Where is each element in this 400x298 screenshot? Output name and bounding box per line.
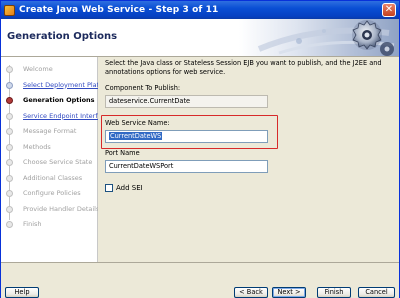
step-marker-icon (6, 159, 13, 166)
close-button[interactable]: ✕ (382, 3, 396, 17)
current-step-marker-icon (6, 97, 13, 104)
nav-step-label: Additional Classes (23, 173, 83, 182)
title-bar[interactable]: Create Java Web Service - Step 3 of 11 ✕ (1, 1, 399, 19)
nav-step-label: Welcome (23, 65, 53, 73)
next-button[interactable]: Next > (272, 287, 306, 298)
step-marker-icon (6, 128, 13, 135)
wizard-content: Select the Java class or Stateless Sessi… (99, 57, 399, 262)
step-marker-icon (6, 143, 13, 151)
wizard-header: Generation Options (1, 19, 399, 57)
service-name-value: CurrentDateWS (109, 132, 163, 140)
nav-step-item: Additional Classes (1, 172, 98, 184)
step-marker-icon (6, 221, 13, 228)
step-marker-icon (6, 66, 13, 73)
nav-step-item: Message Format (1, 125, 98, 137)
nav-step-item: Finish (1, 218, 98, 230)
back-button[interactable]: < Back (234, 287, 268, 298)
nav-step-label: Select Deployment Platfo (23, 80, 98, 89)
nav-step-item: Welcome (1, 63, 98, 75)
step-marker-icon (6, 190, 13, 197)
page-title: Generation Options (7, 31, 118, 42)
nav-step-label: Choose Service State (23, 158, 93, 166)
service-name-label: Web Service Name: (105, 119, 170, 127)
step-marker-icon (6, 81, 13, 89)
add-sei-checkbox[interactable] (105, 184, 113, 192)
nav-step-label: Provide Handler Details (23, 204, 98, 213)
wizard-footer: Help < Back Next > Finish Cancel (1, 262, 399, 298)
nav-step-label: Finish (23, 220, 42, 228)
step-marker-icon (6, 112, 13, 120)
cancel-button[interactable]: Cancel (358, 287, 395, 298)
nav-step-item[interactable]: Service Endpoint Interfa (1, 110, 98, 122)
port-name-value: CurrentDateWSPort (109, 162, 174, 170)
port-name-input[interactable]: CurrentDateWSPort (105, 160, 268, 173)
add-sei-option[interactable]: Add SEI (105, 184, 143, 192)
add-sei-label: Add SEI (116, 184, 143, 192)
nav-step-label: Generation Options (23, 96, 95, 104)
component-field: dateservice.CurrentDate (105, 95, 268, 108)
window-title: Create Java Web Service - Step 3 of 11 (19, 5, 219, 15)
nav-step-item[interactable]: Generation Options (1, 94, 98, 106)
nav-step-item: Provide Handler Details (1, 203, 98, 215)
nav-step-label: Message Format (23, 127, 77, 135)
nav-step-item: Methods (1, 141, 98, 153)
port-name-label: Port Name (105, 149, 140, 157)
service-name-input[interactable]: CurrentDateWS (105, 130, 268, 143)
app-icon (4, 4, 15, 16)
step-marker-icon (6, 205, 13, 213)
nav-step-item: Configure Policies (1, 187, 98, 199)
step-marker-icon (6, 174, 13, 182)
component-value: dateservice.CurrentDate (109, 97, 191, 105)
nav-step-label: Methods (23, 142, 51, 151)
dialog-window: Create Java Web Service - Step 3 of 11 ✕… (0, 0, 400, 298)
gear-banner-icon (239, 19, 399, 56)
component-label: Component To Publish: (105, 84, 181, 92)
nav-step-item: Choose Service State (1, 156, 98, 168)
page-description: Select the Java class or Stateless Sessi… (105, 59, 382, 76)
nav-step-label: Configure Policies (23, 189, 81, 197)
help-button[interactable]: Help (5, 287, 39, 298)
wizard-steps-nav: Welcome Select Deployment Platfo Generatio… (1, 57, 98, 262)
nav-step-item[interactable]: Select Deployment Platfo (1, 79, 98, 91)
finish-button[interactable]: Finish (317, 287, 351, 298)
nav-step-label: Service Endpoint Interfa (23, 111, 98, 120)
